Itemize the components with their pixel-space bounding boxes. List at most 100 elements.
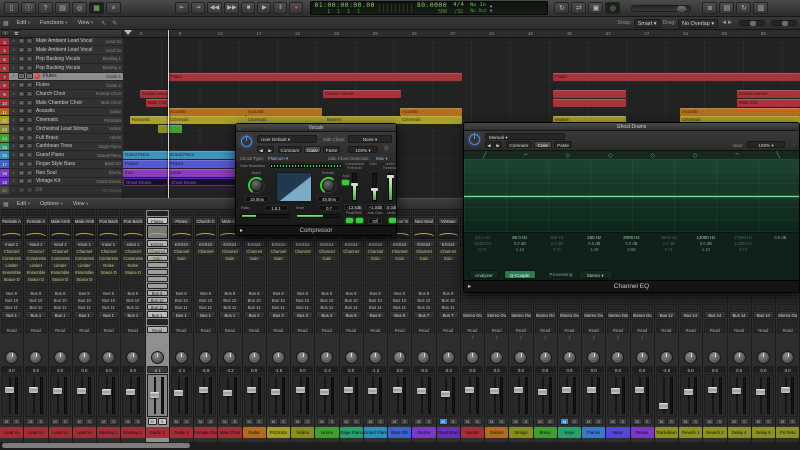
insert-slot[interactable]: Channel EQ bbox=[219, 248, 241, 254]
output-slot[interactable]: Bus 14 bbox=[752, 311, 774, 318]
insert-slot[interactable] bbox=[170, 262, 192, 268]
insert-slot[interactable]: Space D bbox=[49, 276, 71, 282]
send-slot[interactable]: Bus 10 bbox=[413, 297, 435, 303]
pan-knob[interactable] bbox=[102, 351, 116, 364]
strip-label[interactable]: Male Choir bbox=[218, 427, 242, 438]
insert-slot[interactable]: Channel EQ bbox=[1, 248, 23, 254]
strip-label[interactable]: Trackdown bbox=[654, 427, 678, 438]
pan-knob[interactable] bbox=[5, 351, 19, 364]
mute-button[interactable]: M bbox=[705, 418, 715, 425]
strip-label[interactable]: Guide 2 bbox=[169, 427, 193, 438]
channel-strip[interactable]: Flutes EXS24 Channel EQGain Bus 8Bus 10B… bbox=[169, 210, 194, 442]
fader-cap[interactable] bbox=[125, 388, 135, 395]
send-slot[interactable]: Bus 8 bbox=[364, 290, 386, 296]
send-slot[interactable]: Bus 10 bbox=[195, 297, 217, 303]
fader-cap[interactable] bbox=[101, 388, 111, 395]
bell-band-1-icon[interactable]: ◇ bbox=[566, 152, 571, 159]
pan-knob[interactable] bbox=[344, 351, 358, 364]
compare-button[interactable]: Compare bbox=[278, 146, 302, 153]
fader[interactable] bbox=[243, 374, 265, 417]
snap-dropdown[interactable]: Smart ▾ bbox=[633, 18, 661, 28]
send-slot[interactable] bbox=[461, 297, 483, 303]
insert-slot[interactable] bbox=[292, 283, 314, 289]
output-slot[interactable]: Stereo Out bbox=[583, 311, 605, 318]
insert-slot[interactable]: Ensemble bbox=[73, 269, 95, 275]
send-slot[interactable]: Bus 8 bbox=[413, 290, 435, 296]
automation-slot[interactable]: Read bbox=[49, 326, 71, 333]
track-header-row[interactable]: 11 ♪ M S Acoustic Guitar bbox=[0, 107, 123, 117]
mute-button[interactable]: M bbox=[535, 418, 545, 425]
insert-slot[interactable]: Channel EQ bbox=[340, 248, 362, 254]
output-slot[interactable]: Bus 1 bbox=[195, 311, 217, 318]
fader-cap[interactable] bbox=[344, 387, 354, 394]
group-slot[interactable] bbox=[486, 319, 508, 325]
track-header-row[interactable]: 5 ♪ M S Pop Backing Vocals Backing 1 bbox=[0, 55, 123, 64]
insert-slot[interactable]: Gain bbox=[316, 255, 338, 261]
pan-knob[interactable] bbox=[271, 351, 285, 364]
solo-button[interactable]: S bbox=[230, 418, 240, 425]
track-mute-button[interactable]: M bbox=[18, 125, 25, 132]
input-slot[interactable]: Input 1 bbox=[25, 240, 47, 247]
pan-knob[interactable] bbox=[562, 351, 576, 364]
send-slot[interactable] bbox=[607, 304, 629, 310]
arrange-menu-edit[interactable]: Edit ▾ bbox=[17, 20, 30, 26]
automation-slot[interactable]: Read bbox=[267, 326, 289, 333]
track-solo-button[interactable]: S bbox=[26, 47, 33, 54]
output-slot[interactable]: Bus 1 bbox=[98, 311, 120, 318]
insert-slot[interactable] bbox=[195, 283, 217, 289]
bell-band-2-icon[interactable]: ◇ bbox=[608, 152, 613, 159]
input-slot[interactable]: EXS24 bbox=[364, 240, 386, 247]
strip-label[interactable]: Strings bbox=[509, 427, 533, 438]
fader[interactable] bbox=[607, 374, 629, 417]
group-slot[interactable] bbox=[704, 319, 726, 325]
insert-slot[interactable] bbox=[146, 269, 168, 275]
volume-value[interactable]: 0.0 bbox=[461, 366, 483, 373]
output-slot[interactable]: Stereo Out bbox=[607, 311, 629, 318]
mute-button[interactable]: M bbox=[584, 418, 594, 425]
track-solo-button[interactable]: S bbox=[26, 178, 33, 185]
strip-label[interactable]: Pianos bbox=[582, 427, 606, 438]
group-slot[interactable] bbox=[122, 319, 144, 325]
pan-knob[interactable] bbox=[732, 351, 746, 364]
fader-cap[interactable] bbox=[416, 388, 426, 395]
volume-value[interactable]: 0.0 bbox=[243, 366, 265, 373]
track-mute-button[interactable]: M bbox=[18, 178, 25, 185]
solo-button[interactable]: S bbox=[715, 418, 725, 425]
insert-slot[interactable] bbox=[413, 283, 435, 289]
playhead-marker[interactable] bbox=[124, 30, 132, 35]
automation-slot[interactable]: Read bbox=[413, 326, 435, 333]
input-slot[interactable]: EXS24 bbox=[219, 240, 241, 247]
strip-label[interactable]: Grand Piano bbox=[363, 427, 387, 438]
fader-cap[interactable] bbox=[635, 387, 645, 394]
fader[interactable] bbox=[122, 374, 144, 417]
fader-cap[interactable] bbox=[538, 388, 548, 395]
track-header-row[interactable]: 3 ♪ M S Male Ambient Lead Vocal Lead Vo bbox=[0, 37, 123, 47]
solo-button[interactable]: S bbox=[763, 418, 773, 425]
strip-name[interactable]: Flutes bbox=[146, 217, 168, 224]
send-slot[interactable]: Bus 8 bbox=[49, 290, 71, 296]
pan-knob[interactable] bbox=[150, 351, 164, 364]
channel-strip[interactable]: Female A Input 1 Channel EQCompressorLim… bbox=[0, 210, 25, 442]
fader[interactable] bbox=[364, 374, 386, 417]
window-size-dropdown[interactable]: 100% ▾ bbox=[348, 146, 378, 153]
track-mute-button[interactable]: M bbox=[18, 134, 25, 141]
send-slot[interactable]: Bus 10 bbox=[25, 297, 47, 303]
solo-button[interactable]: S bbox=[327, 418, 337, 425]
mixer-menu-options[interactable]: Options ▾ bbox=[40, 201, 63, 207]
fader[interactable] bbox=[316, 374, 338, 417]
pan-knob[interactable] bbox=[611, 351, 625, 364]
eq-band-q[interactable]: 1.40 bbox=[576, 247, 613, 253]
send-slot[interactable]: Bus 11 bbox=[25, 304, 47, 310]
pan-knob[interactable] bbox=[223, 351, 237, 364]
region[interactable]: Cosmic Ascent bbox=[140, 90, 168, 98]
insert-slot[interactable] bbox=[437, 283, 459, 289]
group-slot[interactable] bbox=[558, 319, 580, 325]
send-slot[interactable]: Bus 11 bbox=[437, 304, 459, 310]
drag-dropdown[interactable]: No Overlap ▾ bbox=[677, 18, 719, 28]
fader[interactable] bbox=[461, 374, 483, 417]
automation-slot[interactable]: Read bbox=[122, 326, 144, 333]
insert-slot[interactable]: Gain bbox=[413, 255, 435, 261]
send-slot[interactable] bbox=[728, 304, 750, 310]
channel-strip[interactable]: Cinemat EXS24 Channel EQGain Bus 8Bus 10… bbox=[266, 210, 291, 442]
eq-band-column[interactable]: 12000 Hz 0.0 dB 1.10 bbox=[687, 233, 724, 266]
